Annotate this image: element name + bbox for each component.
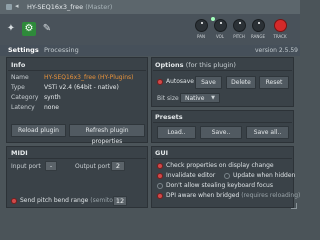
dpi-aware-text: DPI aware when bridged (166, 192, 240, 199)
info-title: Info (11, 61, 26, 69)
update-hidden-checkbox[interactable] (224, 173, 230, 179)
activity-led (211, 17, 215, 21)
pitch-bend-text: Send pitch bend range (20, 197, 89, 204)
autosave-label: Autosave (166, 78, 194, 85)
options-title-sub: (for this plugin) (185, 61, 236, 69)
window-title: HY-SEQ16x3_free (Master) (27, 3, 112, 11)
presets-save-button[interactable]: Save.. (200, 126, 242, 139)
bit-size-label: Bit size (157, 95, 179, 102)
pan-knob[interactable] (195, 19, 208, 32)
wrench-icon[interactable]: ✎ (40, 22, 54, 36)
update-hidden-label: Update when hidden (233, 172, 296, 179)
plugin-tools-icon[interactable]: ✦ (4, 22, 18, 36)
tab-settings[interactable]: Settings (6, 46, 41, 55)
info-value-name: HY-SEQ16x3_free (HY-Plugins) (44, 74, 134, 81)
refresh-plugin-properties-button[interactable]: Refresh plugin properties (69, 124, 145, 145)
midi-title: MIDI (11, 149, 28, 157)
info-value-category: synth (44, 94, 61, 101)
resize-grip-icon[interactable] (291, 203, 297, 209)
bit-size-value: Native (185, 95, 205, 102)
presets-divider (153, 122, 292, 123)
autosave-checkbox[interactable] (157, 79, 163, 85)
invalidate-editor-checkbox[interactable] (157, 173, 163, 179)
info-value-latency: none (44, 104, 59, 111)
window-menu-icon[interactable] (6, 4, 12, 10)
dpi-aware-sub: (requires reloading) (241, 192, 301, 199)
gui-divider (153, 158, 292, 159)
info-label-category: Category (11, 94, 39, 101)
dpi-aware-label: DPI aware when bridged (requires reloadi… (166, 192, 300, 199)
invalidate-editor-label: Invalidate editor (166, 172, 216, 179)
reload-plugin-button[interactable]: Reload plugin (11, 124, 66, 137)
info-label-name: Name (11, 74, 29, 81)
presets-load-button[interactable]: Load.. (157, 126, 196, 139)
options-reset-button[interactable]: Reset (259, 76, 289, 89)
range-knob[interactable] (252, 19, 265, 32)
volume-knob-label: VOL (215, 34, 225, 39)
options-delete-button[interactable]: Delete (226, 76, 256, 89)
options-divider (153, 70, 292, 71)
output-port-stepper[interactable]: 2 (111, 161, 125, 171)
check-properties-label: Check properties on display change (166, 162, 274, 169)
settings-gear-icon[interactable]: ⚙ (22, 22, 36, 36)
version-label: version 2.5.59 (255, 47, 298, 54)
volume-knob[interactable] (214, 19, 227, 32)
options-title-text: Options (155, 61, 184, 69)
pan-knob-label: PAN (197, 34, 205, 39)
pitch-bend-stepper[interactable]: 12 (113, 196, 127, 206)
dont-steal-focus-label: Don't allow stealing keyboard focus (166, 182, 273, 189)
bit-size-select[interactable]: Native ▼ (180, 93, 220, 103)
track-label: TRACK (273, 34, 287, 39)
info-value-type: VSTi v2.4 (64bit - native) (44, 84, 119, 91)
presets-save-all-button[interactable]: Save all.. (246, 126, 289, 139)
info-divider (8, 70, 146, 71)
gui-title: GUI (155, 149, 169, 157)
dpi-aware-checkbox[interactable] (157, 193, 163, 199)
midi-divider (8, 158, 146, 159)
track-selector[interactable] (274, 19, 287, 32)
chevron-down-icon: ▼ (211, 95, 215, 101)
pitch-bend-label: Send pitch bend range (semitones) (20, 197, 126, 204)
pitch-knob[interactable] (233, 19, 246, 32)
options-save-button[interactable]: Save (195, 76, 222, 89)
check-properties-checkbox[interactable] (157, 163, 163, 169)
tab-processing[interactable]: Processing (42, 46, 81, 55)
output-port-label: Output port (75, 163, 111, 170)
dont-steal-focus-checkbox[interactable] (157, 183, 163, 189)
input-port-stepper[interactable]: - (45, 161, 57, 171)
arrow-left-icon[interactable]: ◂ (15, 2, 19, 10)
range-knob-label: RANGE (251, 34, 265, 39)
title-suffix: (Master) (85, 3, 113, 11)
presets-title: Presets (155, 113, 183, 121)
info-label-type: Type (11, 84, 25, 91)
options-title: Options (for this plugin) (155, 61, 236, 69)
pitch-bend-checkbox[interactable] (11, 198, 17, 204)
input-port-label: Input port (11, 163, 41, 170)
pitch-knob-label: PITCH (233, 34, 245, 39)
info-label-latency: Latency (11, 104, 35, 111)
plugin-name: HY-SEQ16x3_free (27, 3, 84, 11)
